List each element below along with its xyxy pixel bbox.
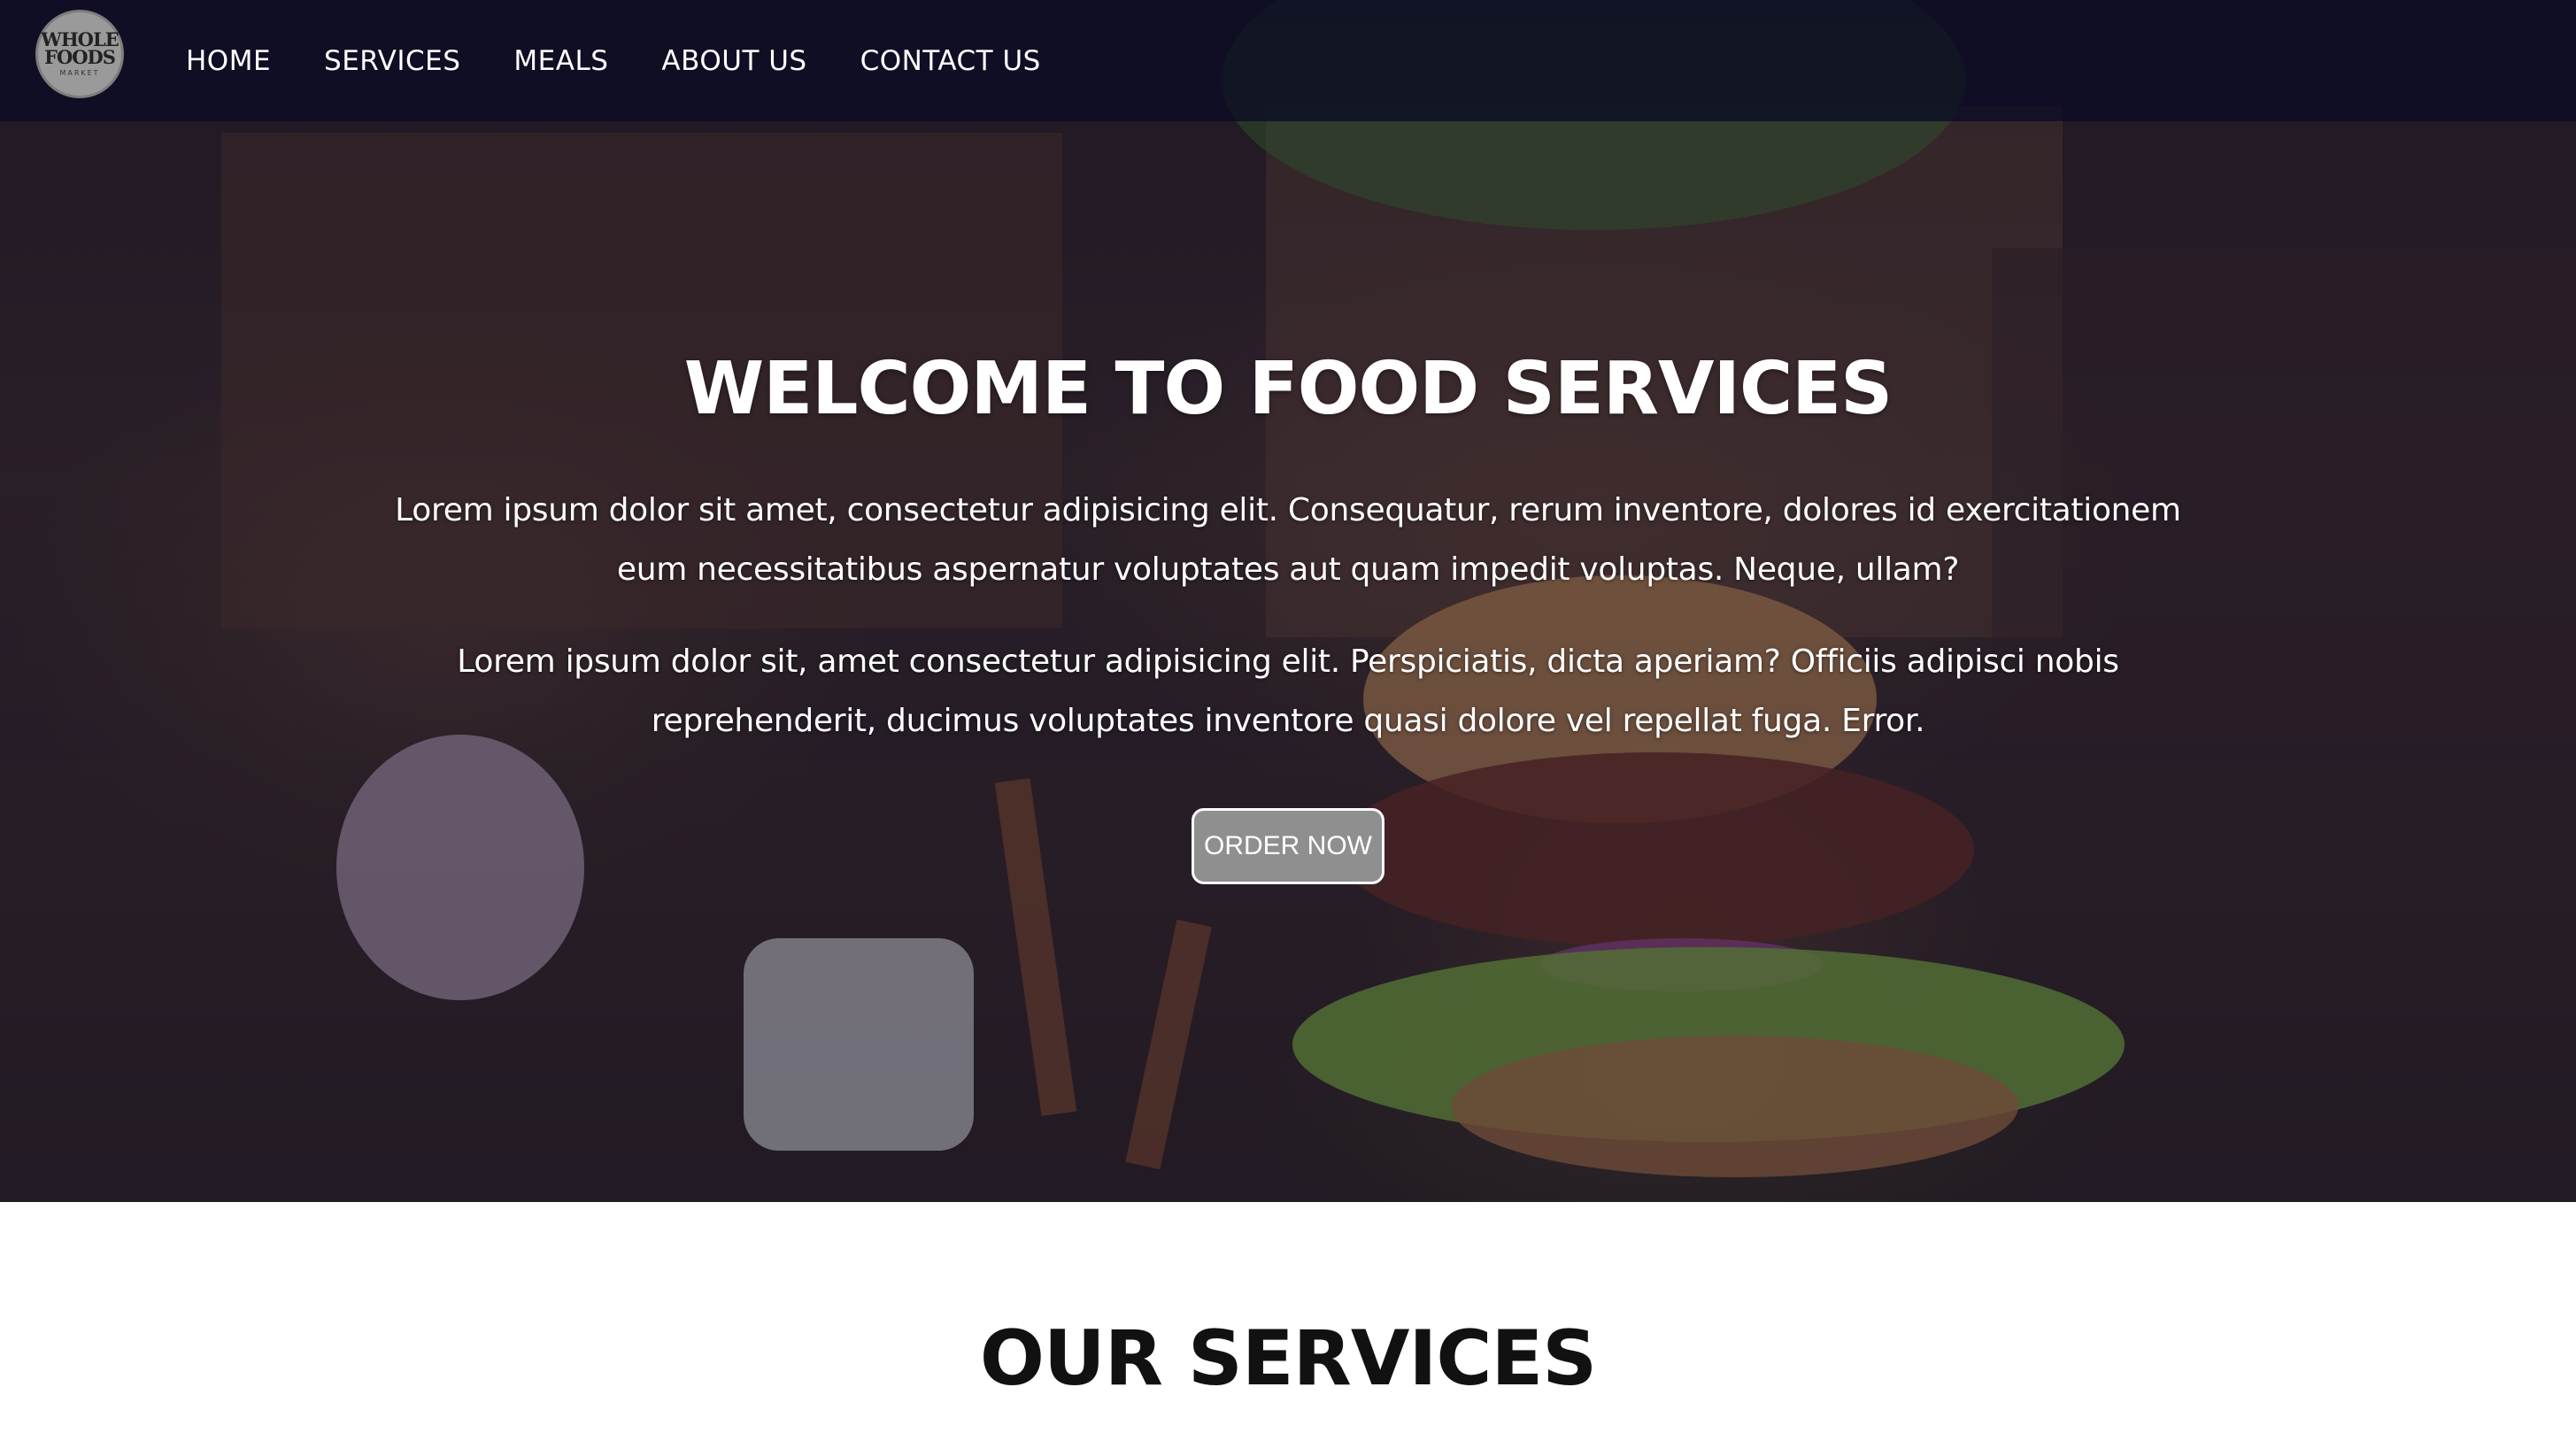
- order-now-button[interactable]: ORDER NOW: [1192, 808, 1384, 884]
- nav-link-services[interactable]: SERVICES: [324, 45, 460, 77]
- hero-section: WHOLE FOODS MARKET HOME SERVICES MEALS A…: [0, 0, 2576, 1202]
- logo-text-line3: MARKET: [59, 69, 100, 77]
- hero-paragraph-1: Lorem ipsum dolor sit amet, consectetur …: [395, 492, 2181, 588]
- nav-link-meals[interactable]: MEALS: [513, 45, 608, 77]
- page: WHOLE FOODS MARKET HOME SERVICES MEALS A…: [0, 0, 2576, 1441]
- hero-content: WELCOME TO FOOD SERVICES Lorem ipsum dol…: [0, 336, 2576, 884]
- hero-title: WELCOME TO FOOD SERVICES: [683, 347, 1893, 431]
- nav-link-about-us[interactable]: ABOUT US: [661, 45, 806, 77]
- hero-paragraph-2: Lorem ipsum dolor sit, amet consectetur …: [457, 643, 2119, 739]
- nav-links: HOME SERVICES MEALS ABOUT US CONTACT US: [186, 0, 1094, 121]
- brand-logo[interactable]: WHOLE FOODS MARKET: [35, 10, 124, 98]
- nav-link-home[interactable]: HOME: [186, 45, 271, 77]
- services-heading: OUR SERVICES: [979, 1314, 1597, 1403]
- logo-text-line2: FOODS: [44, 46, 116, 68]
- navbar: WHOLE FOODS MARKET HOME SERVICES MEALS A…: [0, 0, 2576, 121]
- nav-link-contact-us[interactable]: CONTACT US: [860, 45, 1041, 77]
